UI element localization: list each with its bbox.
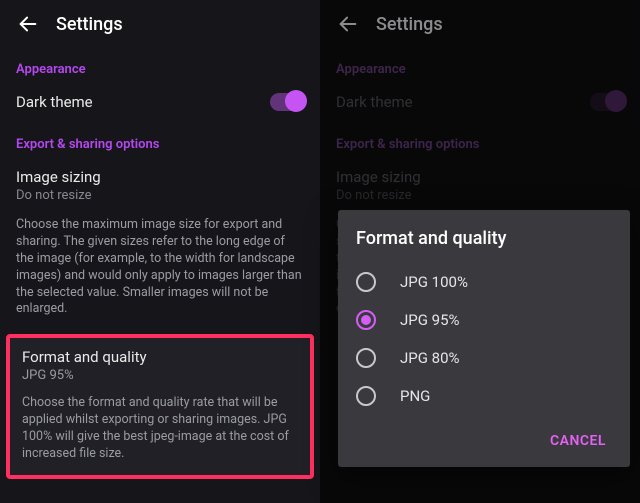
settings-screen-left: Settings Appearance Dark theme Export & … [0,0,320,503]
dark-theme-row[interactable]: Dark theme [0,83,320,123]
format-quality-value: JPG 95% [22,368,298,383]
option-jpg-100[interactable]: JPG 100% [356,263,612,301]
option-label: JPG 80% [400,349,460,367]
arrow-left-icon [17,13,39,35]
option-label: JPG 100% [400,273,468,291]
radio-icon [356,272,376,292]
page-title: Settings [56,14,123,35]
radio-icon [356,348,376,368]
dialog-title: Format and quality [356,228,612,249]
format-quality-description: Choose the format and quality rate that … [22,395,298,463]
image-sizing-label: Image sizing [16,168,304,186]
section-appearance: Appearance [0,48,320,83]
image-sizing-value: Do not resize [16,188,304,203]
option-jpg-95[interactable]: JPG 95% [356,301,612,339]
dark-theme-toggle[interactable] [270,93,304,111]
option-png[interactable]: PNG [356,377,612,415]
dialog-actions: CANCEL [356,425,612,457]
radio-icon-selected [356,310,376,330]
option-jpg-80[interactable]: JPG 80% [356,339,612,377]
radio-icon [356,386,376,406]
cancel-button[interactable]: CANCEL [544,425,612,457]
section-export: Export & sharing options [0,123,320,158]
format-quality-label: Format and quality [22,348,298,366]
app-header: Settings [0,0,320,48]
back-button[interactable] [8,4,48,44]
format-quality-row-highlighted[interactable]: Format and quality JPG 95% Choose the fo… [6,334,314,479]
image-sizing-row[interactable]: Image sizing Do not resize [0,158,320,215]
image-sizing-description: Choose the maximum image size for export… [0,215,320,332]
option-label: JPG 95% [400,311,460,329]
dark-theme-label: Dark theme [16,93,270,111]
option-label: PNG [400,387,430,405]
settings-screen-right: Settings Appearance Dark theme Export & … [320,0,640,503]
format-quality-dialog: Format and quality JPG 100% JPG 95% JPG … [338,210,630,467]
